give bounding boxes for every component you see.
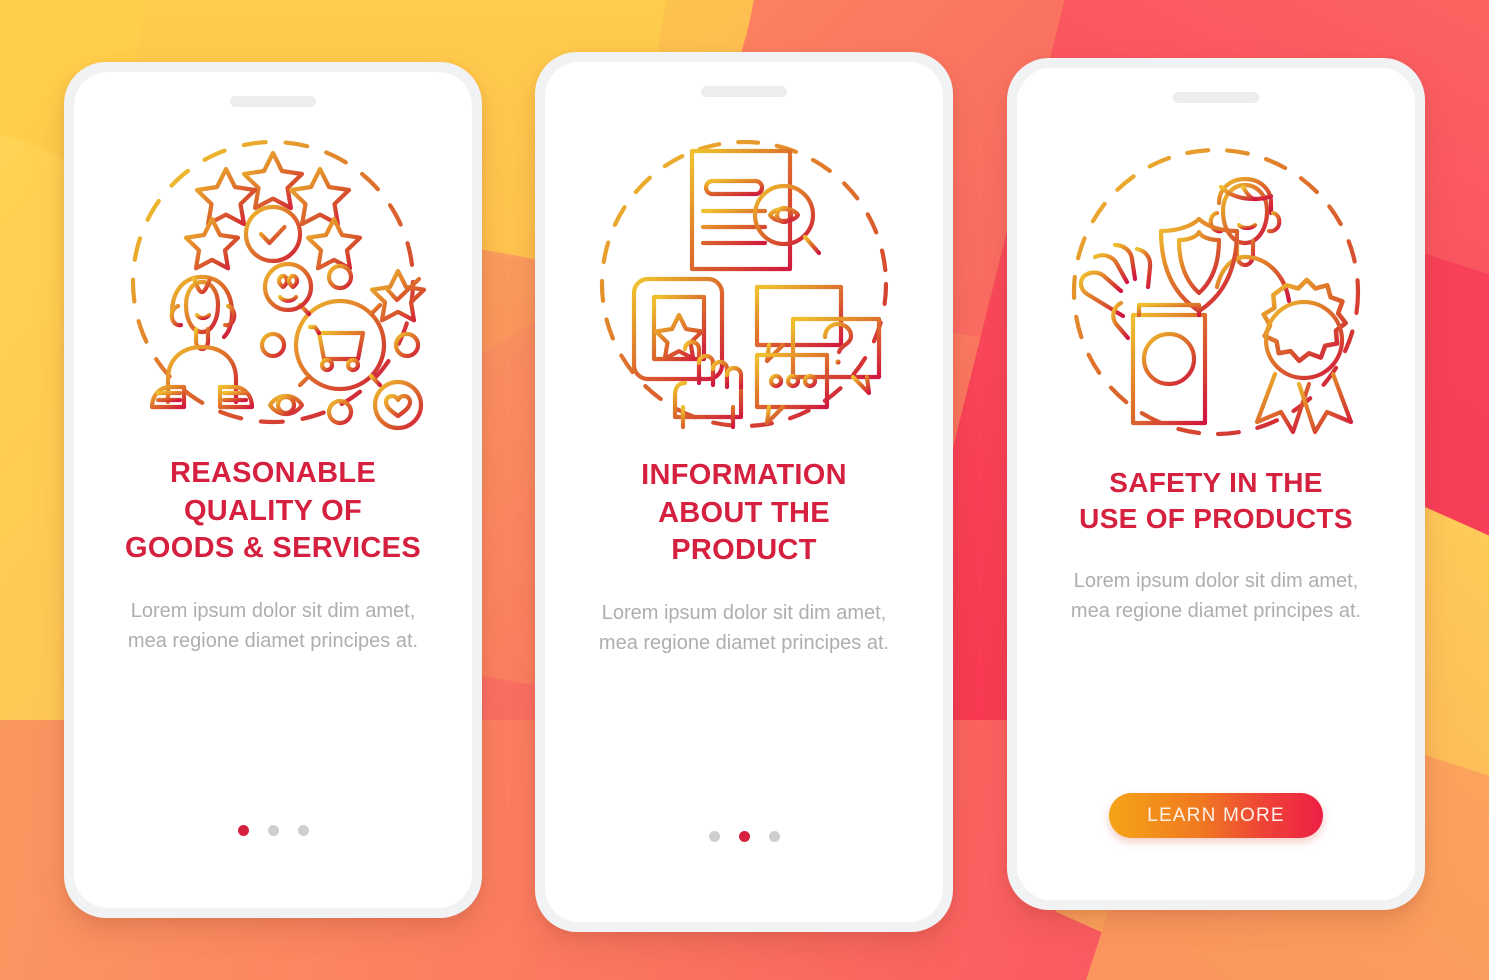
learn-more-button[interactable]: LEARN MORE	[1109, 793, 1323, 838]
phone-mockup-2: INFORMATION ABOUT THE PRODUCT Lorem ipsu…	[535, 52, 953, 932]
page-title: INFORMATION ABOUT THE PRODUCT	[545, 457, 943, 570]
headline-line-2: USE OF PRODUCTS	[1079, 503, 1353, 535]
pagination-dot-1[interactable]	[708, 831, 720, 842]
page-title: SAFETY IN THE USE OF PRODUCTS	[1017, 465, 1415, 538]
page-title: REASONABLE QUALITY OF GOODS & SERVICES	[74, 455, 472, 568]
screen-3: SAFETY IN THE USE OF PRODUCTS Lorem ipsu…	[1017, 68, 1415, 900]
pagination-dot-2[interactable]	[738, 831, 750, 842]
screen-3-footer: LEARN MORE	[1017, 793, 1415, 838]
description-text: Lorem ipsum dolor sit dim amet, mea regi…	[1070, 569, 1362, 622]
product-information-illustration	[579, 119, 909, 449]
description-text: Lorem ipsum dolor sit dim amet, mea regi…	[127, 600, 419, 653]
phone-speaker-grille	[701, 86, 787, 97]
description-text: Lorem ipsum dolor sit dim amet, mea regi…	[598, 602, 890, 655]
phone-speaker-grille	[1173, 92, 1259, 103]
phone-mockup-3: SAFETY IN THE USE OF PRODUCTS Lorem ipsu…	[1007, 58, 1425, 910]
headline-line-1: SAFETY IN THE	[1109, 467, 1323, 498]
screen-2: INFORMATION ABOUT THE PRODUCT Lorem ipsu…	[545, 62, 943, 922]
screen-2-footer	[545, 831, 943, 842]
onboarding-screens-mockup: REASONABLE QUALITY OF GOODS & SERVICES L…	[0, 0, 1489, 980]
headline-line-1: REASONABLE	[169, 457, 376, 489]
screen-1: REASONABLE QUALITY OF GOODS & SERVICES L…	[74, 72, 472, 908]
pagination-dots-2[interactable]	[708, 831, 780, 842]
headline-line-2: ABOUT THE	[658, 496, 830, 529]
customer-satisfaction-illustration	[108, 117, 438, 447]
pagination-dot-1[interactable]	[237, 825, 249, 836]
headline-line-3: PRODUCT	[671, 534, 817, 567]
pagination-dot-2[interactable]	[267, 825, 279, 836]
pagination-dot-3[interactable]	[297, 825, 309, 836]
pagination-dots-1[interactable]	[237, 825, 309, 836]
headline-line-2: QUALITY OF	[183, 494, 363, 527]
product-safety-illustration	[1051, 127, 1381, 457]
pagination-dot-3[interactable]	[768, 831, 780, 842]
screen-1-footer	[74, 825, 472, 836]
phone-speaker-grille	[230, 96, 316, 107]
headline-line-1: INFORMATION	[641, 459, 847, 491]
phone-mockup-1: REASONABLE QUALITY OF GOODS & SERVICES L…	[64, 62, 482, 918]
headline-line-3: GOODS & SERVICES	[125, 532, 421, 565]
